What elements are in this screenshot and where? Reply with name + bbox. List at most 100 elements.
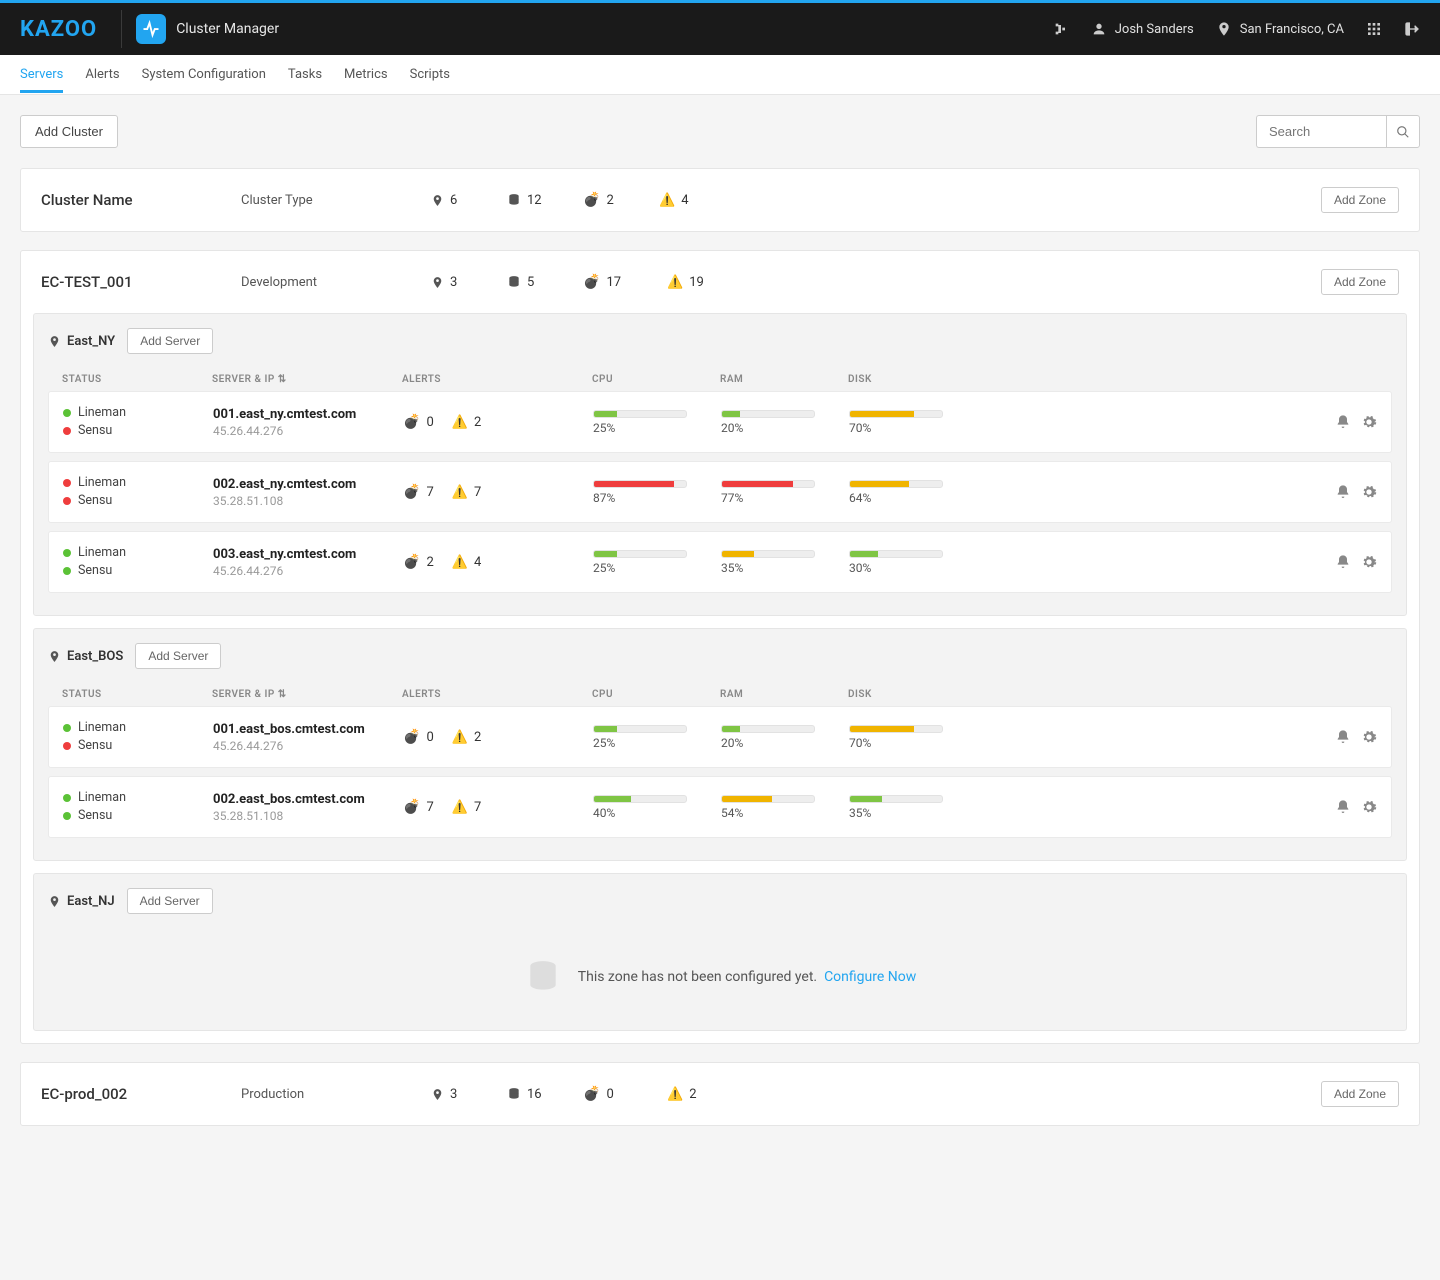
bell-icon[interactable] (1335, 729, 1351, 745)
server-row[interactable]: LinemanSensu 002.east_bos.cmtest.com 35.… (48, 776, 1392, 838)
topbar: KAZOO Cluster Manager Josh Sanders San F… (0, 0, 1440, 55)
gear-icon[interactable] (1361, 484, 1377, 500)
gear-icon[interactable] (1361, 554, 1377, 570)
warning-icon: ⚠️ (452, 485, 468, 500)
status-col: LinemanSensu (63, 404, 213, 440)
stat-warnings: ⚠️19 (667, 275, 731, 290)
server-row[interactable]: LinemanSensu 003.east_ny.cmtest.com 45.2… (48, 531, 1392, 593)
search-button[interactable] (1386, 115, 1420, 148)
metric: 25% (593, 550, 721, 575)
metric: 25% (593, 725, 721, 750)
database-icon (507, 193, 521, 207)
search-input[interactable] (1256, 115, 1386, 148)
critical-count: 💣0 (403, 414, 434, 430)
warning-count: ⚠️2 (452, 730, 482, 745)
bell-icon[interactable] (1335, 799, 1351, 815)
nav-tasks[interactable]: Tasks (288, 56, 322, 93)
bell-icon[interactable] (1335, 554, 1351, 570)
warning-icon: ⚠️ (452, 730, 468, 745)
navbar: Servers Alerts System Configuration Task… (0, 55, 1440, 95)
server-col: 003.east_ny.cmtest.com 45.26.44.276 (213, 547, 403, 578)
sort-icon[interactable]: ⇅ (278, 689, 287, 700)
critical-count: 💣7 (403, 799, 434, 815)
warning-count: ⚠️4 (452, 555, 482, 570)
gear-icon[interactable] (1361, 414, 1377, 430)
alerts-col: 💣7 ⚠️7 (403, 799, 593, 815)
nav-system-configuration[interactable]: System Configuration (142, 56, 266, 93)
empty-zone: This zone has not been configured yet. C… (48, 928, 1392, 1016)
page: Add Cluster Cluster Name Cluster Type 6 … (0, 95, 1440, 1164)
row-actions (977, 729, 1377, 745)
status-line: Sensu (63, 422, 213, 440)
add-server-button[interactable]: Add Server (127, 888, 213, 914)
server-row[interactable]: LinemanSensu 001.east_ny.cmtest.com 45.2… (48, 391, 1392, 453)
server-host: 002.east_bos.cmtest.com (213, 792, 403, 807)
bell-icon[interactable] (1335, 414, 1351, 430)
search (1256, 115, 1420, 148)
stat-warnings: ⚠️2 (667, 1087, 731, 1102)
alerts-col: 💣0 ⚠️2 (403, 729, 593, 745)
nav-scripts[interactable]: Scripts (410, 56, 450, 93)
server-col: 002.east_ny.cmtest.com 35.28.51.108 (213, 477, 403, 508)
server-ip: 35.28.51.108 (213, 809, 403, 823)
zone-name: East_NY (48, 334, 115, 349)
divider (121, 10, 122, 48)
bomb-icon: 💣 (583, 1086, 600, 1102)
status-dot (63, 427, 71, 435)
logo: KAZOO (20, 17, 97, 42)
cluster-name: EC-prod_002 (41, 1085, 221, 1103)
add-server-button[interactable]: Add Server (135, 643, 221, 669)
server-host: 001.east_bos.cmtest.com (213, 722, 403, 737)
location-menu[interactable]: San Francisco, CA (1216, 21, 1344, 37)
add-server-button[interactable]: Add Server (127, 328, 213, 354)
logout-icon[interactable] (1404, 21, 1420, 37)
warning-icon: ⚠️ (667, 275, 683, 290)
nav-servers[interactable]: Servers (20, 56, 63, 93)
stat-servers: 5 (507, 275, 563, 290)
col-header-cluster-name: Cluster Name (41, 191, 221, 209)
row-actions (977, 414, 1377, 430)
configure-now-link[interactable]: Configure Now (824, 969, 916, 985)
bomb-icon: 💣 (403, 484, 420, 500)
sort-icon[interactable]: ⇅ (278, 374, 287, 385)
status-dot (63, 742, 71, 750)
tree-icon[interactable] (1053, 21, 1069, 37)
cluster: EC-prod_002 Production 3 16 💣0 ⚠️2 Add Z… (20, 1062, 1420, 1126)
nav-metrics[interactable]: Metrics (344, 56, 388, 93)
warning-icon: ⚠️ (452, 555, 468, 570)
table-head: STATUS SERVER & IP ⇅ ALERTS CPU RAM DISK (48, 368, 1392, 391)
stat-zones: 3 (431, 275, 487, 290)
nav-alerts[interactable]: Alerts (85, 56, 119, 93)
warning-count: ⚠️2 (452, 415, 482, 430)
add-zone-button[interactable]: Add Zone (1321, 187, 1399, 213)
warning-icon: ⚠️ (452, 415, 468, 430)
zone: East_NJ Add Server This zone has not bee… (33, 873, 1407, 1031)
bomb-icon: 💣 (403, 414, 420, 430)
warning-icon: ⚠️ (452, 800, 468, 815)
metric: 25% (593, 410, 721, 435)
server-col: 001.east_ny.cmtest.com 45.26.44.276 (213, 407, 403, 438)
status-line: Sensu (63, 807, 213, 825)
gear-icon[interactable] (1361, 729, 1377, 745)
gear-icon[interactable] (1361, 799, 1377, 815)
location-label: San Francisco, CA (1240, 22, 1344, 37)
zone: East_BOS Add Server STATUS SERVER & IP ⇅… (33, 628, 1407, 861)
critical-count: 💣2 (403, 554, 434, 570)
app-title: Cluster Manager (176, 21, 279, 37)
add-zone-button[interactable]: Add Zone (1321, 1081, 1399, 1107)
server-row[interactable]: LinemanSensu 002.east_ny.cmtest.com 35.2… (48, 461, 1392, 523)
user-menu[interactable]: Josh Sanders (1091, 21, 1194, 37)
metric: 35% (721, 550, 849, 575)
add-cluster-button[interactable]: Add Cluster (20, 115, 118, 148)
metric: 64% (849, 480, 977, 505)
zone-name: East_NJ (48, 894, 115, 909)
stat-critical: 💣17 (583, 274, 647, 290)
add-zone-button[interactable]: Add Zone (1321, 269, 1399, 295)
app-icon[interactable] (136, 14, 166, 44)
cluster-type: Production (241, 1087, 411, 1102)
cluster-type: Development (241, 275, 411, 290)
server-row[interactable]: LinemanSensu 001.east_bos.cmtest.com 45.… (48, 706, 1392, 768)
apps-grid-icon[interactable] (1366, 21, 1382, 37)
bell-icon[interactable] (1335, 484, 1351, 500)
warning-icon: ⚠️ (667, 1087, 683, 1102)
